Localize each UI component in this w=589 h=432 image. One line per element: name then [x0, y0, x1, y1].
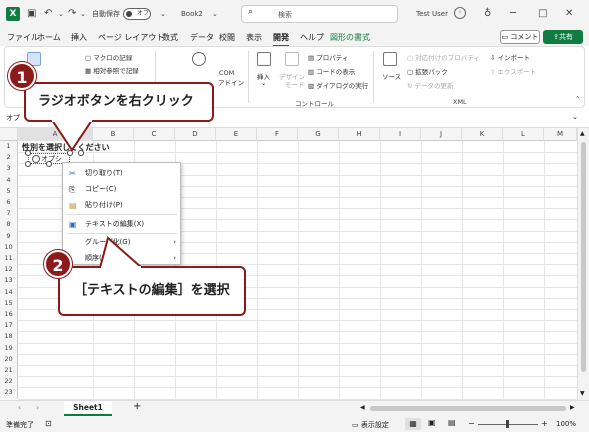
- callout-2-joint: [101, 266, 141, 269]
- step-2-badge: 2: [44, 250, 72, 278]
- callout-2: ［テキストの編集］を選択: [58, 266, 246, 316]
- callout-1: ラジオボタンを右クリック: [24, 82, 214, 122]
- step-1-badge: 1: [8, 62, 36, 90]
- callout-pointers: [50, 119, 145, 269]
- callout-1-pointer: [50, 119, 94, 152]
- callout-1-text: ラジオボタンを右クリック: [38, 94, 194, 109]
- callout-1-joint: [52, 119, 92, 122]
- callout-2-text: ［テキストの編集］を選択: [74, 283, 230, 298]
- callout-2-pointer: [98, 236, 145, 269]
